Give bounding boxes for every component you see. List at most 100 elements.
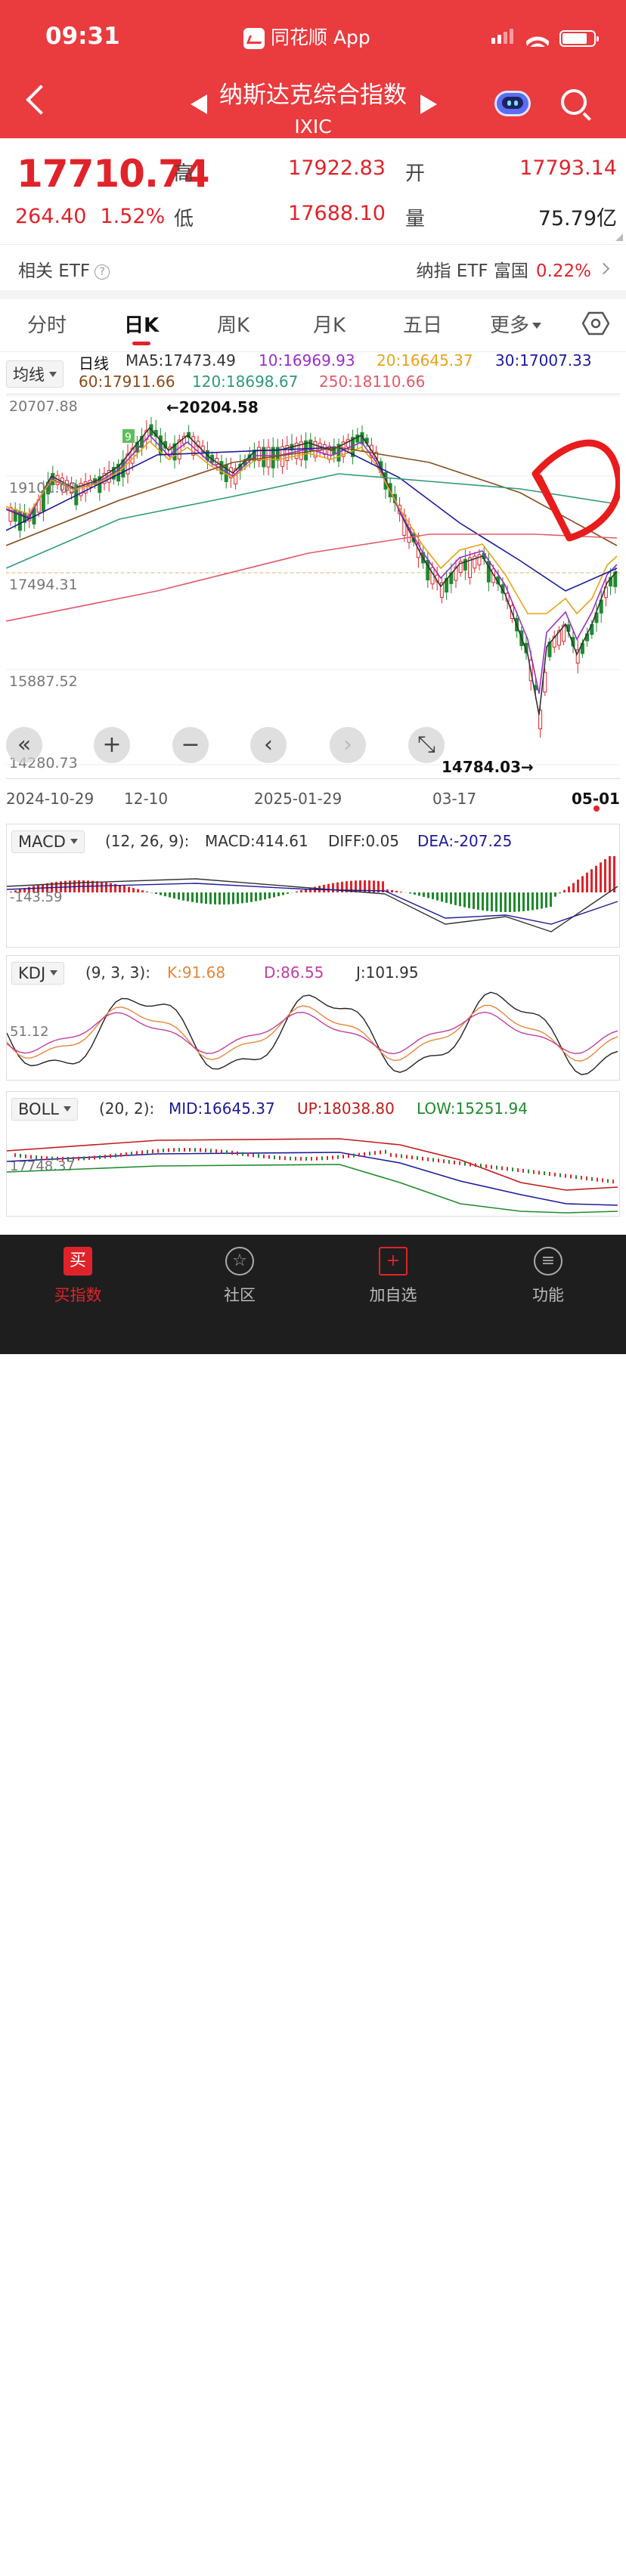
home-indicator [201, 2568, 425, 2576]
y-axis-label: 19101.09 [9, 480, 78, 496]
next-index-button[interactable] [420, 94, 437, 114]
scroll-right-button[interactable]: › [330, 727, 366, 763]
boll-candle [263, 1155, 265, 1158]
macd-bar [332, 883, 334, 892]
boll-candle [337, 1155, 339, 1159]
macd-diff: DIFF:0.05 [328, 832, 399, 850]
boll-candle [422, 1157, 423, 1161]
boll-candle [586, 1177, 587, 1180]
kdj-selector[interactable]: KDJ [11, 962, 64, 985]
etf-item[interactable]: 纳指 ETF 富国0.22% [416, 256, 591, 282]
boll-candle [120, 1153, 122, 1157]
boll-candle [242, 1152, 243, 1156]
expand-corner-icon[interactable] [615, 233, 623, 241]
boll-candle [157, 1149, 159, 1153]
ma120-line [6, 474, 617, 568]
high-value: 17922.83 [272, 156, 386, 180]
boll-candle [200, 1148, 201, 1152]
macd-bar [232, 892, 234, 904]
kdj-params: (9, 3, 3): [85, 963, 150, 982]
boll-candle [290, 1157, 291, 1161]
fullscreen-button[interactable]: ⤡ [408, 727, 445, 763]
boll-selector-label: BOLL [18, 1100, 59, 1118]
tab-monthly[interactable]: 月K [313, 310, 346, 338]
macd-bar [277, 892, 280, 896]
tab-intraday[interactable]: 分时 [27, 310, 67, 338]
boll-params: (20, 2): [99, 1099, 154, 1118]
status-icons [491, 29, 596, 47]
tab-weekly[interactable]: 周K [217, 310, 249, 338]
ma120-value: 120:18698.67 [192, 373, 298, 391]
tab-more[interactable]: 更多 [490, 310, 541, 338]
search-icon[interactable] [561, 89, 591, 119]
settings-hex-icon[interactable] [582, 310, 609, 337]
macd-bar [200, 892, 203, 903]
macd-bar [123, 886, 126, 892]
ma20-value: 20:16645.37 [377, 351, 473, 370]
macd-bar [522, 892, 525, 911]
buy-icon: 买 [64, 1247, 92, 1276]
boll-candle [210, 1149, 212, 1152]
etf-label-text: 相关 ETF [18, 261, 90, 281]
boll-candle [597, 1178, 598, 1182]
related-etf-label: 相关 ETF? [18, 256, 110, 282]
macd-bar [504, 892, 507, 912]
macd-selector[interactable]: MACD [11, 830, 85, 853]
tab-daily[interactable]: 日K [124, 310, 159, 338]
scroll-left-fast-button[interactable]: « [6, 727, 42, 763]
nav-add-watchlist[interactable]: + 加自选 [352, 1247, 435, 1306]
boll-candle [522, 1169, 524, 1173]
macd-bar [463, 892, 466, 908]
zoom-out-button[interactable]: − [172, 727, 209, 763]
ma250-value: 250:18110.66 [319, 373, 425, 391]
zoom-in-button[interactable]: + [94, 727, 130, 763]
boll-candle [268, 1155, 270, 1159]
boll-low: LOW:15251.94 [417, 1099, 528, 1118]
kdj-panel[interactable]: KDJ (9, 3, 3): K:91.68 D:86.55 J:101.95 … [6, 955, 620, 1081]
macd-bar [609, 856, 611, 892]
caret-down-icon [49, 372, 57, 377]
macd-bar [327, 884, 330, 892]
macd-bar [395, 891, 398, 892]
macd-panel[interactable]: MACD (12, 26, 9): MACD:414.61 DIFF:0.05 … [6, 824, 620, 948]
kdj-selector-label: KDJ [18, 964, 45, 982]
macd-bar [28, 887, 30, 892]
tab-five-day[interactable]: 五日 [403, 310, 442, 338]
nav-functions[interactable]: ≡ 功能 [507, 1247, 590, 1306]
boll-candle [612, 1180, 614, 1183]
assistant-robot-icon[interactable] [494, 86, 531, 119]
section-gap [0, 290, 626, 299]
nav-buy-index[interactable]: 买 买指数 [36, 1247, 119, 1306]
boll-candle [147, 1150, 148, 1154]
boll-candle [501, 1166, 503, 1170]
macd-bar [509, 892, 511, 912]
macd-bar [223, 892, 225, 905]
boll-panel[interactable]: BOLL (20, 2): MID:16645.37 UP:18038.80 L… [6, 1091, 620, 1217]
boll-candle [570, 1174, 572, 1178]
macd-bar [518, 892, 520, 911]
boll-selector[interactable]: BOLL [11, 1098, 78, 1121]
help-icon[interactable]: ? [95, 264, 110, 280]
boll-candle [14, 1153, 16, 1157]
nav-community[interactable]: ☆ 社区 [198, 1247, 281, 1306]
macd-bar [577, 880, 579, 892]
caret-down-icon [532, 323, 541, 329]
kline-chart-canvas[interactable]: 20707.88 19101.09 17494.31 15887.52 1428… [6, 394, 620, 780]
star-icon: ☆ [225, 1247, 254, 1276]
change-percent: 1.52% [100, 205, 165, 228]
ma-selector[interactable]: 均线 [6, 360, 64, 388]
boll-candle [237, 1152, 238, 1155]
etf-change: 0.22% [536, 261, 591, 281]
caret-down-icon [70, 839, 78, 844]
boll-candle [226, 1150, 228, 1154]
related-etf-row[interactable]: 相关 ETF? 纳指 ETF 富国0.22% [0, 245, 626, 290]
boll-candle [602, 1178, 603, 1182]
macd-bar [164, 892, 166, 896]
macd-bar [96, 881, 98, 892]
boll-candle [205, 1149, 206, 1152]
boll-candle [168, 1149, 169, 1152]
high-label: 高 [174, 158, 194, 186]
kline-chart[interactable]: 20707.88 19101.09 17494.31 15887.52 1428… [6, 394, 620, 779]
scroll-left-button[interactable]: ‹ [250, 727, 287, 763]
macd-bar [169, 892, 171, 898]
